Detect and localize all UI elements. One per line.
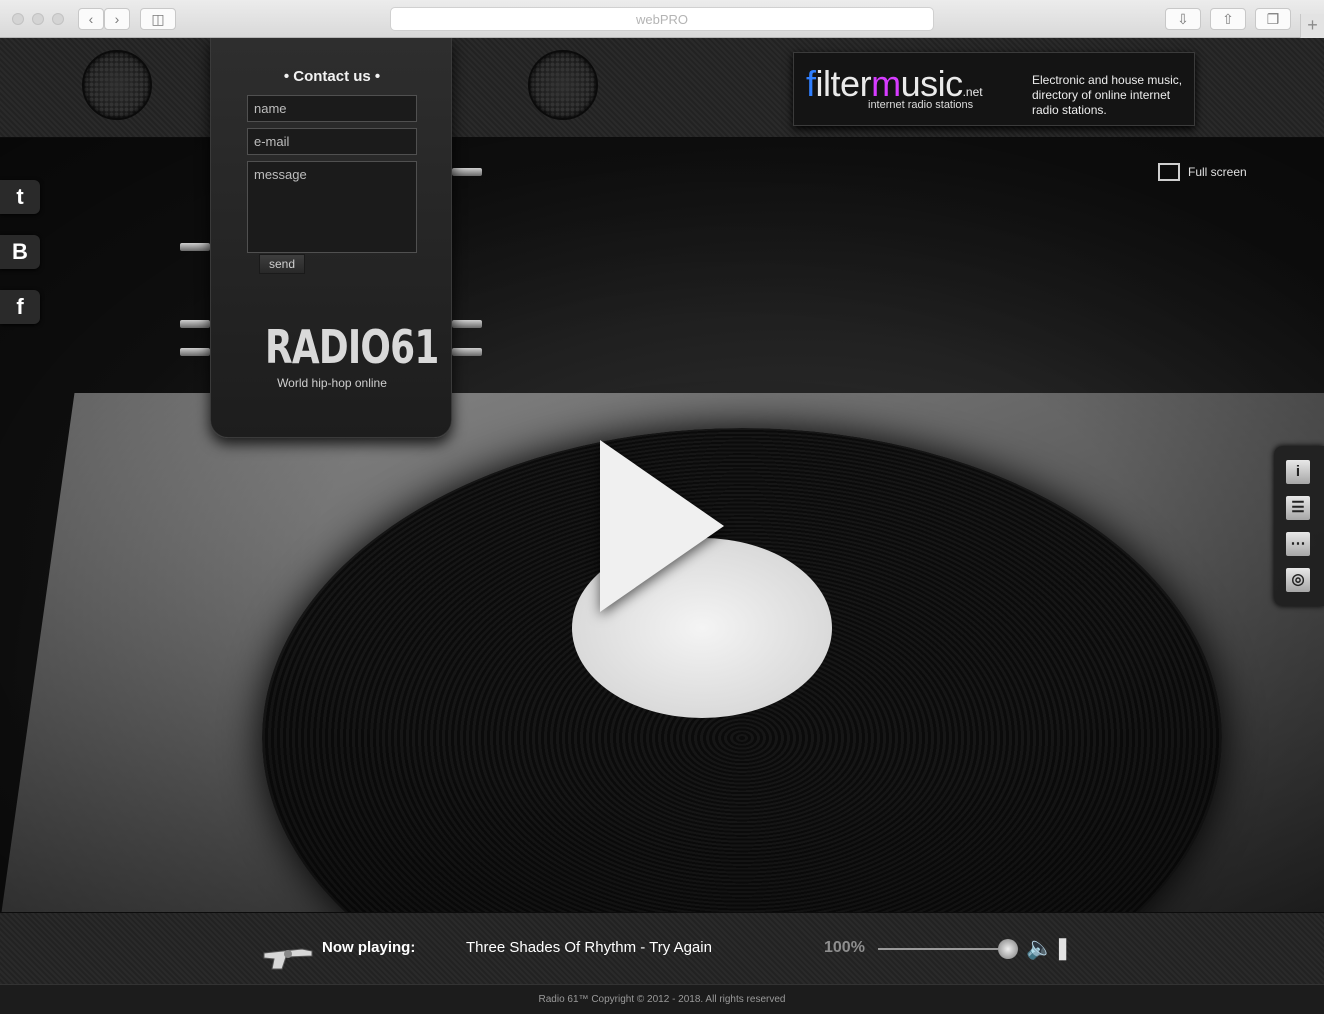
- header: filtermusic.net internet radio stations …: [0, 38, 1324, 138]
- volume-percentage: 100%: [824, 939, 865, 956]
- zoom-window-button[interactable]: [52, 13, 64, 25]
- hero-turntable-image: Full screen t B f i ☰ ⋯ ◎: [0, 138, 1324, 912]
- name-field[interactable]: [247, 95, 417, 122]
- contact-form-panel: • Contact us • send RADIO61 World hip-ho…: [210, 38, 452, 438]
- filtermusic-subtitle: internet radio stations: [868, 99, 974, 111]
- filtermusic-logo-letter: c: [945, 63, 963, 104]
- vk-icon: B: [12, 239, 28, 264]
- facebook-button[interactable]: f: [0, 290, 40, 324]
- share-button[interactable]: ⇧: [1210, 8, 1246, 30]
- filtermusic-logo-letter: m: [871, 63, 901, 104]
- filtermusic-banner[interactable]: filtermusic.net internet radio stations …: [793, 52, 1195, 126]
- sidebar-toggle-button[interactable]: ◫: [140, 8, 176, 30]
- now-playing-label: Now playing:: [322, 939, 416, 956]
- chevron-left-icon: ‹: [88, 11, 94, 27]
- cable-plug-decoration: [180, 320, 210, 328]
- radio61-logo[interactable]: RADIO61: [265, 294, 439, 374]
- browser-toolbar: ‹ › ◫ webPRO ⇩ ⇧ ❐ +: [0, 0, 1324, 38]
- filtermusic-logo-letter: u: [900, 63, 921, 104]
- share-icon: ⇧: [1222, 11, 1234, 27]
- tabs-icon: ❐: [1266, 11, 1280, 27]
- filtermusic-logo-music: music: [871, 63, 963, 104]
- filtermusic-logo-letter: l: [823, 63, 831, 104]
- radio61-logo-wordmark: RADIO61: [265, 320, 439, 374]
- contact-title: • Contact us •: [283, 68, 381, 85]
- playlist-button[interactable]: ☰: [1286, 496, 1310, 520]
- filtermusic-logo-letter: e: [840, 63, 860, 104]
- filtermusic-logo-letter: s: [920, 63, 938, 104]
- forward-button[interactable]: ›: [104, 8, 130, 30]
- chevron-right-icon: ›: [114, 11, 120, 27]
- speaker-right-decoration: [528, 50, 598, 120]
- downloads-button[interactable]: ⇩: [1165, 8, 1201, 30]
- back-button[interactable]: ‹: [78, 8, 104, 30]
- filtermusic-logo-letter: i: [815, 63, 824, 104]
- fullscreen-label: Full screen: [1188, 165, 1247, 179]
- filtermusic-description: Electronic and house music, directory of…: [1032, 73, 1183, 117]
- cable-plug-decoration: [180, 348, 210, 356]
- footer: Radio 61™ Copyright © 2012 - 2018. All r…: [0, 984, 1324, 1014]
- filtermusic-logo-letter: r: [859, 63, 872, 104]
- fullscreen-icon: [1158, 163, 1180, 181]
- chat-icon: ⋯: [1290, 535, 1306, 552]
- volume-slider-handle[interactable]: [998, 939, 1018, 959]
- filtermusic-logo-letter: i: [937, 63, 946, 104]
- record-icon: ◎: [1291, 571, 1305, 588]
- copyright-text: Radio 61™ Copyright © 2012 - 2018. All r…: [538, 994, 786, 1005]
- send-button[interactable]: send: [259, 254, 305, 274]
- message-field[interactable]: [247, 161, 417, 253]
- filtermusic-logo-net: .net: [962, 85, 983, 99]
- tumblr-button[interactable]: t: [0, 180, 40, 214]
- cable-plug-decoration: [180, 243, 210, 251]
- mute-button[interactable]: 🔈❚: [1026, 935, 1072, 961]
- player-bar: Now playing: Three Shades Of Rhythm - Tr…: [0, 912, 1324, 984]
- sidebar-icon: ◫: [151, 11, 165, 27]
- info-icon: i: [1295, 463, 1301, 480]
- speaker-icon: 🔈❚: [1026, 935, 1072, 960]
- revolver-icon: [263, 948, 313, 970]
- email-field[interactable]: [247, 128, 417, 155]
- address-bar[interactable]: webPRO: [390, 7, 934, 31]
- volume-slider-fill: [878, 948, 1008, 950]
- cable-plug-decoration: [452, 168, 482, 176]
- volume-slider[interactable]: [878, 939, 1018, 959]
- right-toolbar: i ☰ ⋯ ◎: [1274, 446, 1324, 606]
- record-button[interactable]: ◎: [1286, 568, 1310, 592]
- facebook-icon: f: [16, 294, 24, 319]
- playlist-icon: ☰: [1291, 499, 1305, 516]
- now-playing-track: Three Shades Of Rhythm - Try Again: [466, 939, 712, 956]
- filtermusic-logo-letter: f: [806, 63, 816, 104]
- cable-plug-decoration: [452, 348, 482, 356]
- chat-button[interactable]: ⋯: [1286, 532, 1310, 556]
- tabs-overview-button[interactable]: ❐: [1255, 8, 1291, 30]
- speaker-left-decoration: [82, 50, 152, 120]
- radio61-tagline: World hip-hop online: [277, 376, 387, 390]
- filtermusic-logo-letter: t: [830, 63, 841, 104]
- new-tab-button[interactable]: +: [1300, 14, 1324, 38]
- download-icon: ⇩: [1177, 11, 1189, 27]
- play-button[interactable]: [600, 440, 724, 612]
- close-window-button[interactable]: [12, 13, 24, 25]
- minimize-window-button[interactable]: [32, 13, 44, 25]
- cable-plug-decoration: [452, 320, 482, 328]
- tumblr-icon: t: [16, 184, 24, 209]
- info-button[interactable]: i: [1286, 460, 1310, 484]
- fullscreen-button[interactable]: Full screen: [1158, 163, 1247, 181]
- vk-button[interactable]: B: [0, 235, 40, 269]
- page: filtermusic.net internet radio stations …: [0, 38, 1324, 1014]
- filtermusic-logo-filter: filter: [806, 63, 872, 104]
